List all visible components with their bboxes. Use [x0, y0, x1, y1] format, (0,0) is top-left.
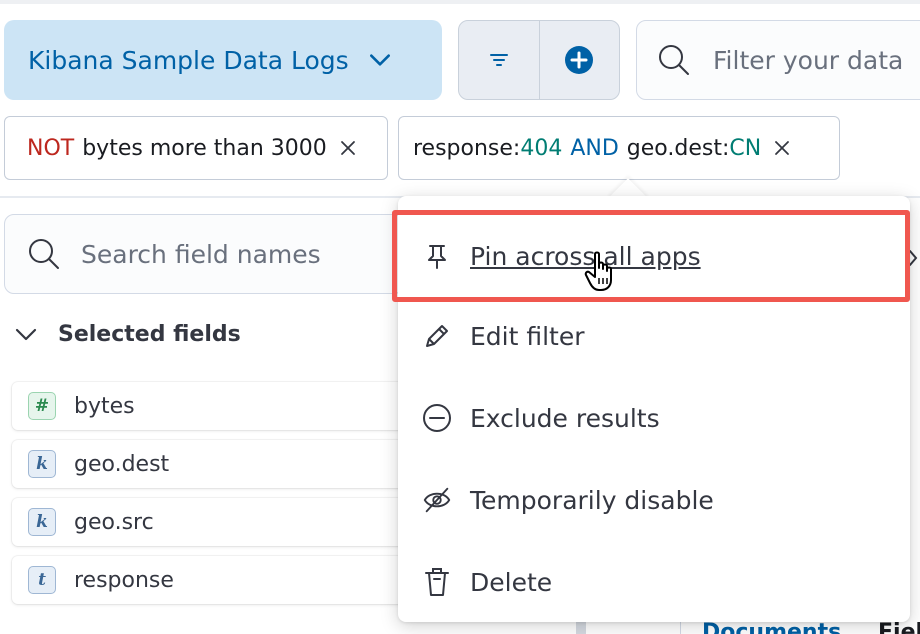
filter-icon [489, 54, 508, 66]
tab-documents[interactable]: Documents [702, 620, 841, 634]
eye-closed-icon [422, 485, 452, 515]
field-item-bytes[interactable]: # bytes [12, 382, 412, 430]
field-search-input[interactable] [81, 239, 401, 269]
top-strip [0, 0, 920, 4]
menu-item-temporarily-disable[interactable]: Temporarily disable [398, 468, 910, 532]
search-icon [29, 239, 59, 269]
minus-circle-icon [422, 403, 452, 433]
negation-label: NOT [27, 135, 75, 161]
chevron-down-icon [15, 328, 37, 341]
menu-item-label: Exclude results [470, 403, 660, 433]
filter-value: 404 [520, 135, 563, 161]
field-item-geo-src[interactable]: k geo.src [12, 498, 412, 546]
filter-pill-bytes[interactable]: NOT bytes more than 3000 [4, 116, 388, 180]
chevron-down-icon [369, 54, 390, 66]
filter-pill-response[interactable]: response: 404 AND geo.dest: CN [398, 116, 840, 180]
close-icon [775, 141, 790, 155]
field-name: bytes [74, 393, 135, 419]
filter-value: CN [729, 135, 762, 161]
menu-item-exclude-results[interactable]: Exclude results [398, 386, 910, 450]
data-view-selector[interactable]: Kibana Sample Data Logs [4, 20, 442, 100]
data-view-label: Kibana Sample Data Logs [28, 45, 349, 75]
hand-cursor-icon [584, 251, 612, 291]
keyword-type-icon: k [28, 508, 56, 536]
field-search[interactable] [4, 214, 404, 294]
selected-fields-toggle[interactable]: Selected fields [14, 316, 241, 352]
add-filter-button[interactable] [538, 21, 620, 99]
section-title: Selected fields [58, 321, 241, 347]
trash-icon [422, 567, 452, 597]
keyword-type-icon: k [28, 450, 56, 478]
field-name: geo.dest [74, 451, 170, 477]
plus-circle-icon [565, 46, 594, 74]
field-name: geo.src [74, 509, 154, 535]
menu-item-label: Delete [470, 567, 553, 597]
filter-button-group [458, 20, 620, 100]
highlight-annotation [392, 210, 910, 302]
query-bar[interactable] [636, 20, 920, 100]
filter-field: response: [413, 135, 521, 161]
field-name: response [74, 567, 174, 593]
remove-filter-button[interactable] [339, 139, 357, 157]
close-icon [340, 141, 355, 155]
menu-item-label: Edit filter [470, 321, 585, 351]
remove-filter-button[interactable] [773, 139, 791, 157]
menu-item-delete[interactable]: Delete [398, 550, 910, 614]
field-item-geo-dest[interactable]: k geo.dest [12, 440, 412, 488]
menu-item-label: Temporarily disable [470, 485, 714, 515]
number-type-icon: # [28, 392, 56, 420]
text-type-icon: t [28, 566, 56, 594]
filter-operator: AND [570, 135, 619, 161]
filter-text: bytes more than 3000 [82, 135, 327, 161]
query-input[interactable] [713, 45, 920, 75]
filter-field: geo.dest: [626, 135, 730, 161]
search-icon [659, 45, 689, 75]
field-item-response[interactable]: t response [12, 556, 412, 604]
tab-fields[interactable]: Fiel [878, 620, 920, 634]
filter-menu-button[interactable] [459, 21, 539, 99]
menu-item-edit-filter[interactable]: Edit filter [398, 304, 910, 368]
pencil-icon [422, 321, 452, 351]
